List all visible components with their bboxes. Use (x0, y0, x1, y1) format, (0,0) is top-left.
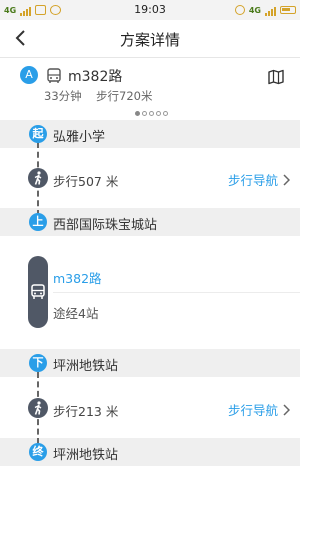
alight-stop-name: 坪洲地铁站 (53, 359, 119, 374)
bus-icon (31, 284, 45, 299)
map-icon[interactable] (268, 69, 284, 85)
walk-distance: 步行213 米 (53, 404, 119, 419)
bus-segment-bar (28, 256, 48, 328)
bus-icon (47, 68, 61, 83)
page-indicator[interactable] (135, 111, 168, 116)
walking-icon (28, 168, 48, 188)
page-dot[interactable] (135, 111, 140, 116)
alight-badge: 下 (29, 354, 47, 372)
start-stop-name: 弘雅小学 (53, 130, 106, 145)
route-name: m382路 (68, 69, 123, 85)
stops-count[interactable]: 途经4站 (53, 303, 98, 322)
walk-navigation-label: 步行导航 (227, 403, 278, 418)
walk-navigation-link[interactable]: 步行导航 (228, 400, 290, 419)
end-stop-name: 坪洲地铁站 (53, 448, 119, 463)
nav-header: 方案详情 (0, 20, 300, 58)
plan-summary: A m382路 33分钟 步行720米 (0, 58, 300, 120)
bus-line-name[interactable]: m382路 (53, 268, 102, 287)
page-dot[interactable] (149, 111, 154, 116)
walking-icon (28, 398, 48, 418)
page-title: 方案详情 (119, 31, 180, 49)
alarm-icon (234, 5, 245, 15)
walk-distance: 步行507 米 (53, 174, 119, 189)
end-badge: 终 (29, 443, 47, 461)
board-stop-name: 西部国际珠宝城站 (53, 218, 158, 233)
battery-icon (280, 6, 296, 14)
chevron-right-icon (283, 403, 290, 416)
divider (53, 292, 300, 293)
page-dot[interactable] (156, 111, 161, 116)
walk-navigation-link[interactable]: 步行导航 (228, 170, 290, 189)
plan-badge: A (20, 66, 38, 84)
network-type-right: 4G (248, 5, 261, 15)
page-dot[interactable] (142, 111, 147, 116)
status-bar: 4G 19:03 4G (0, 0, 300, 20)
start-badge: 起 (29, 125, 47, 143)
chevron-right-icon (283, 173, 290, 186)
trip-duration: 33分钟 (44, 89, 82, 103)
walk-navigation-label: 步行导航 (227, 173, 278, 188)
route-timeline: 起 弘雅小学 步行507 米 步行导航 上 西部国际珠宝城站 m382路 途经4… (0, 120, 300, 478)
board-badge: 上 (29, 213, 47, 231)
walk-distance-total: 步行720米 (96, 89, 153, 103)
signal-icon-right (265, 5, 276, 16)
page-dot[interactable] (163, 111, 168, 116)
